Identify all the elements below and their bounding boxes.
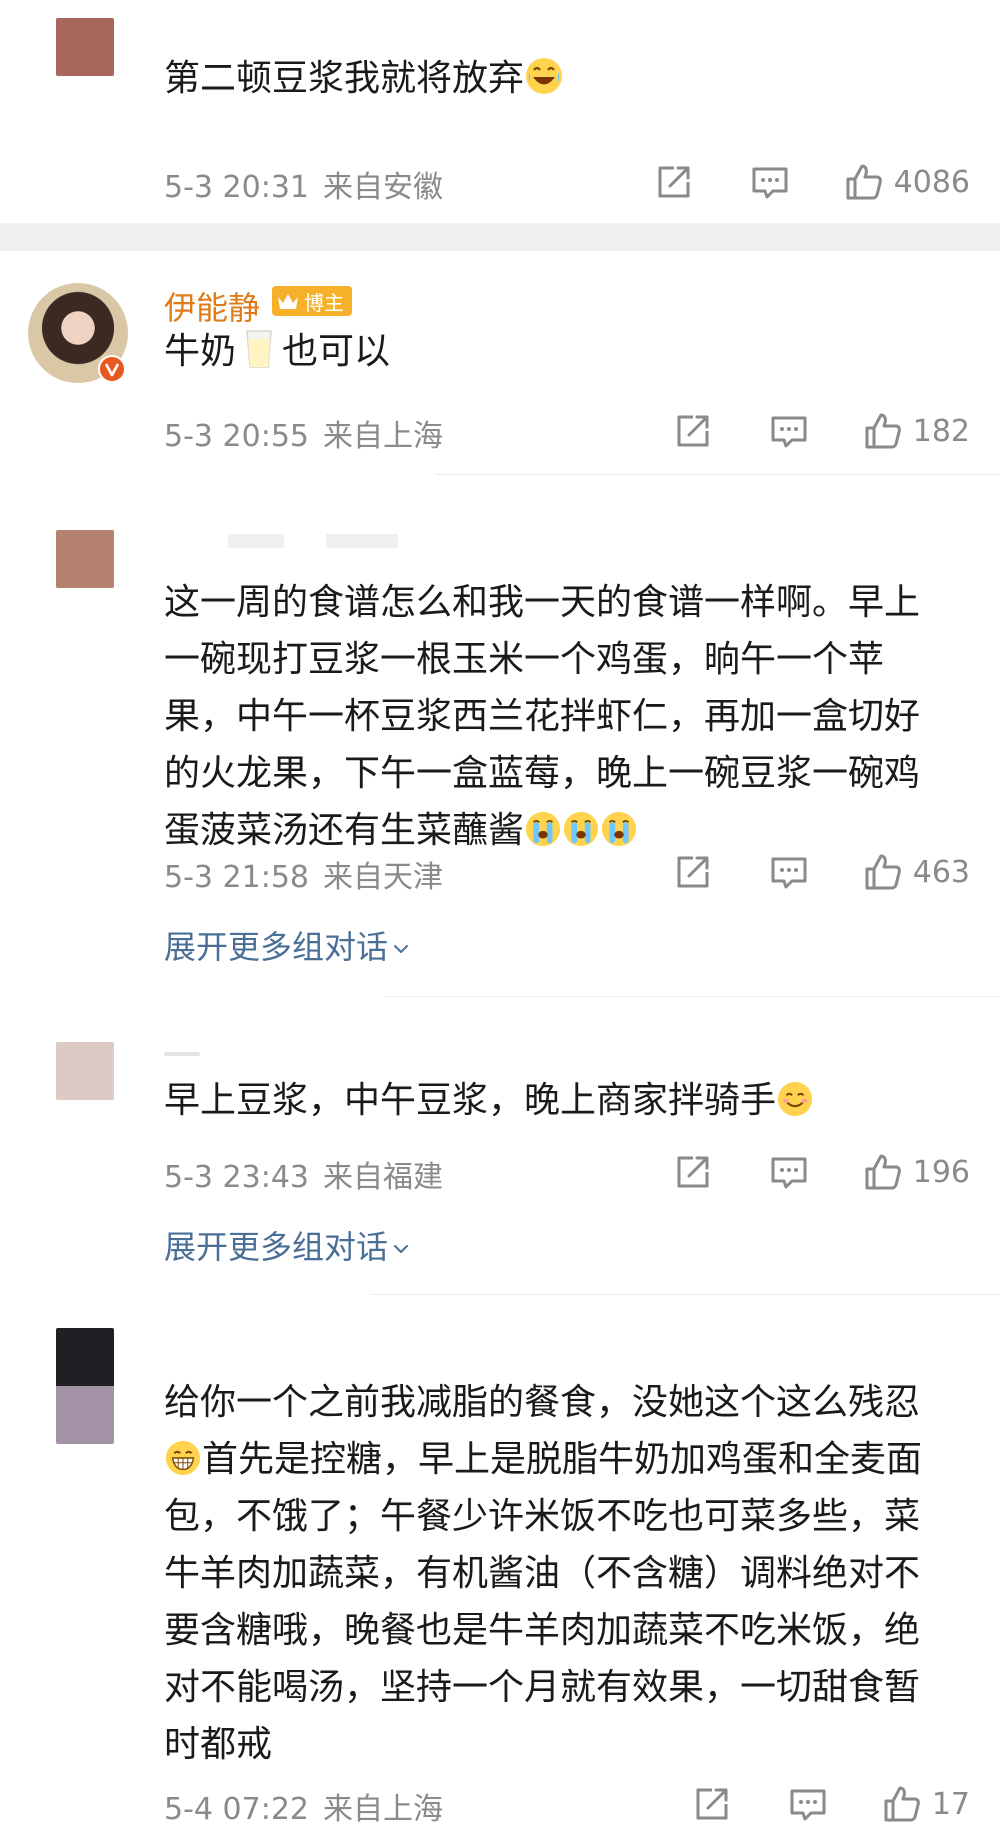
comment-meta: 5-3 21:58 来自天津	[164, 852, 443, 896]
comment-icon[interactable]	[769, 852, 809, 892]
username-redacted	[326, 534, 398, 548]
comment-meta: 5-3 23:43 来自福建	[164, 1152, 443, 1196]
share-icon[interactable]	[692, 1784, 732, 1824]
like-count: 196	[912, 1154, 970, 1190]
like-icon[interactable]	[882, 1784, 922, 1824]
comment-meta: 5-4 07:22 来自上海	[164, 1784, 443, 1828]
like-icon[interactable]	[863, 411, 903, 451]
blogger-badge: 博主	[272, 286, 352, 316]
comment-location: 来自上海	[323, 1792, 443, 1827]
comment-item: 伊能静 博主 牛奶 也可以 5-3 20:55 来自上海 182	[0, 251, 1000, 474]
like-icon[interactable]	[844, 162, 884, 202]
comment-text: 这一周的食谱怎么和我一天的食谱一样啊。早上 一碗现打豆浆一根玉米一个鸡蛋，晌午一…	[164, 574, 974, 859]
expand-label: 展开更多组对话	[164, 928, 389, 966]
like-count: 4086	[893, 164, 970, 200]
share-icon[interactable]	[673, 1152, 713, 1192]
comment-line: 果，中午一杯豆浆西兰花拌虾仁，再加一盒切好	[164, 696, 921, 737]
crying-emoji	[562, 810, 600, 848]
comment-icon[interactable]	[788, 1784, 828, 1824]
comment-meta: 5-3 20:31 来自安徽	[164, 162, 443, 206]
comment-line: 对不能喝汤，坚持一个月就有效果，一切甜食暂	[164, 1667, 921, 1708]
comment-text: 给你一个之前我减脂的餐食，没她这个这么残忍 首先是控糖，早上是脱脂牛奶加鸡蛋和全…	[164, 1374, 974, 1773]
comment-item: 给你一个之前我减脂的餐食，没她这个这么残忍 首先是控糖，早上是脱脂牛奶加鸡蛋和全…	[0, 1294, 1000, 1838]
crying-emoji	[600, 810, 638, 848]
comment-line: 这一周的食谱怎么和我一天的食谱一样啊。早上	[164, 582, 921, 623]
like-count: 17	[931, 1786, 970, 1822]
expand-label: 展开更多组对话	[164, 1228, 389, 1266]
username-redacted	[228, 534, 284, 548]
like-button[interactable]: 463	[863, 852, 970, 892]
laughing-tears-emoji	[524, 56, 564, 96]
comment-meta: 5-3 20:55 来自上海	[164, 411, 443, 455]
like-button[interactable]: 182	[863, 411, 970, 451]
comment-icon[interactable]	[750, 162, 790, 202]
comment-line: 的火龙果，下午一盒蓝莓，晚上一碗豆浆一碗鸡	[164, 753, 921, 794]
comment-item: 这一周的食谱怎么和我一天的食谱一样啊。早上 一碗现打豆浆一根玉米一个鸡蛋，晌午一…	[0, 474, 1000, 996]
like-count: 182	[912, 413, 970, 449]
comment-line: 时都戒	[164, 1724, 273, 1765]
like-button[interactable]: 17	[882, 1784, 970, 1824]
comment-actions: 463	[615, 852, 970, 892]
avatar[interactable]	[56, 1042, 114, 1100]
comment-actions: 17	[634, 1784, 970, 1824]
crown-icon	[278, 294, 298, 309]
comment-actions: 196	[615, 1152, 970, 1192]
comment-location: 来自安徽	[323, 170, 443, 205]
comment-text-body: 第二顿豆浆我就将放弃	[164, 58, 525, 99]
smile-emoji	[776, 1080, 814, 1118]
comment-date: 5-3 20:31	[164, 170, 309, 205]
comment-actions: 182	[615, 411, 970, 451]
comment-text-body: 早上豆浆，中午豆浆，晚上商家拌骑手	[164, 1080, 777, 1121]
comment-line: 包，不饿了；午餐少许米饭不吃也可菜多些，菜	[164, 1496, 921, 1537]
comment-text-body-2: 也可以	[282, 331, 391, 372]
verified-icon	[98, 355, 126, 383]
expand-conversation-link[interactable]: 展开更多组对话	[164, 1222, 410, 1268]
like-icon[interactable]	[863, 852, 903, 892]
avatar[interactable]	[56, 18, 114, 76]
like-icon[interactable]	[863, 1152, 903, 1192]
share-icon[interactable]	[654, 162, 694, 202]
comment-icon[interactable]	[769, 1152, 809, 1192]
comment-date: 5-3 20:55	[164, 419, 309, 454]
comment-item: 早上豆浆，中午豆浆，晚上商家拌骑手 5-3 23:43 来自福建 196 展开更多…	[0, 996, 1000, 1294]
like-button[interactable]: 196	[863, 1152, 970, 1192]
comment-location: 来自上海	[323, 419, 443, 454]
comment-date: 5-4 07:22	[164, 1792, 309, 1827]
comment-text: 早上豆浆，中午豆浆，晚上商家拌骑手	[164, 1072, 974, 1129]
like-count: 463	[912, 854, 970, 890]
like-button[interactable]: 4086	[844, 162, 970, 202]
comment-line-with-emoji: 首先是控糖，早上是脱脂牛奶加鸡蛋和全麦面	[164, 1431, 974, 1488]
comment-icon[interactable]	[769, 411, 809, 451]
comment-text: 第二顿豆浆我就将放弃	[164, 50, 974, 107]
milk-glass-emoji	[244, 327, 274, 371]
chevron-down-icon	[392, 940, 410, 958]
comment-line: 牛羊肉加蔬菜，有机酱油（不含糖）调料绝对不	[164, 1553, 921, 1594]
crying-emoji	[524, 810, 562, 848]
comment-line-last: 蛋菠菜汤还有生菜蘸酱	[164, 802, 974, 859]
comment-text: 牛奶 也可以	[164, 323, 974, 380]
comment-line: 蛋菠菜汤还有生菜蘸酱	[164, 810, 525, 851]
comment-date: 5-3 21:58	[164, 860, 309, 895]
comment-item: 第二顿豆浆我就将放弃 5-3 20:31 来自安徽 4086	[0, 0, 1000, 223]
chevron-down-icon	[392, 1240, 410, 1258]
username-redacted	[164, 1052, 200, 1056]
section-divider	[0, 223, 1000, 251]
comment-line: 给你一个之前我减脂的餐食，没她这个这么残忍	[164, 1382, 921, 1423]
comment-location: 来自天津	[323, 860, 443, 895]
badge-label: 博主	[304, 290, 344, 315]
comment-line: 首先是控糖，早上是脱脂牛奶加鸡蛋和全麦面	[202, 1439, 923, 1480]
comment-date: 5-3 23:43	[164, 1160, 309, 1195]
comment-line: 要含糖哦，晚餐也是牛羊肉加蔬菜不吃米饭，绝	[164, 1610, 921, 1651]
comment-text-body: 牛奶	[164, 331, 237, 372]
comment-actions: 4086	[596, 162, 970, 202]
expand-conversation-link[interactable]: 展开更多组对话	[164, 922, 410, 968]
share-icon[interactable]	[673, 411, 713, 451]
share-icon[interactable]	[673, 852, 713, 892]
comment-line: 一碗现打豆浆一根玉米一个鸡蛋，晌午一个苹	[164, 639, 885, 680]
comment-location: 来自福建	[323, 1160, 443, 1195]
avatar[interactable]	[56, 530, 114, 588]
grin-emoji	[164, 1439, 202, 1477]
avatar[interactable]	[56, 1328, 114, 1444]
